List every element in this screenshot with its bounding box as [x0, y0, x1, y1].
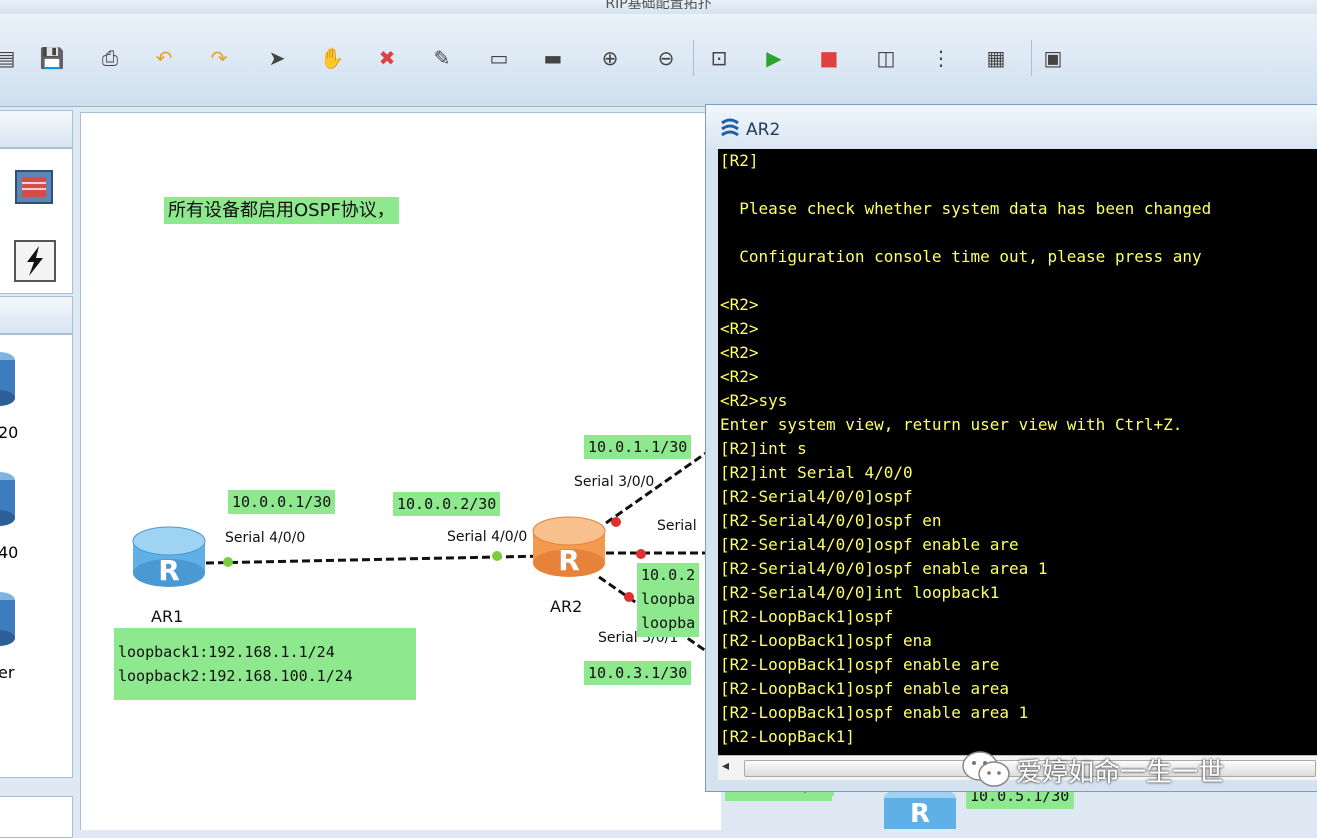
- text-note-icon[interactable]: ▭: [483, 42, 515, 74]
- device-category-section: [0, 148, 73, 294]
- terminal-line: [R2-Serial4/0/0]ospf en: [720, 511, 942, 530]
- terminal-line: [R2-Serial4/0/0]ospf enable are: [720, 535, 1019, 554]
- port-dot-ar2-s400: [492, 551, 502, 561]
- terminal-line: <R2>: [720, 319, 759, 338]
- ip-label-ar2-s400[interactable]: 10.0.0.2/30: [393, 492, 501, 516]
- svg-text:R: R: [910, 799, 930, 829]
- device-list-section: 20 40 er: [0, 334, 73, 778]
- router-model-icon[interactable]: [0, 470, 16, 530]
- fit-view-icon[interactable]: ⊡: [703, 42, 735, 74]
- device-label-20: 20: [0, 423, 19, 442]
- terminal-line: <R2>sys: [720, 391, 788, 410]
- port-dot-ar2-s301: [624, 592, 634, 602]
- terminal-line: [R2-LoopBack1]ospf ena: [720, 631, 932, 650]
- save-icon[interactable]: 💾: [36, 42, 68, 74]
- topology-icon[interactable]: ⋮: [925, 42, 957, 74]
- port-label-ar2-right: Serial: [657, 518, 697, 534]
- delete-icon[interactable]: ✖: [371, 42, 403, 74]
- terminal-line: <R2>: [720, 367, 759, 386]
- ip-label-ar2-s301[interactable]: 10.0.3.1/30: [584, 661, 692, 685]
- start-devices-icon[interactable]: ▶: [758, 42, 790, 74]
- terminal-line: [R2-LoopBack1]: [720, 727, 855, 746]
- zoom-out-icon[interactable]: ⊖: [650, 42, 682, 74]
- panel-header-mid: [0, 296, 73, 334]
- router-ar1-name: AR1: [151, 607, 184, 626]
- console-icon[interactable]: ▣: [1037, 42, 1069, 74]
- port-dot-ar1-s400: [223, 557, 233, 567]
- panel-bottom-section: [0, 796, 73, 838]
- window-titlebar: RIP基础配置拓扑: [0, 0, 1317, 14]
- terminal-output[interactable]: [R2] Please check whether system data ha…: [718, 149, 1317, 755]
- link-cable-icon[interactable]: [13, 239, 57, 283]
- terminal-line: [R2]int Serial 4/0/0: [720, 463, 913, 482]
- terminal-line: [R2-LoopBack1]ospf enable are: [720, 655, 1000, 674]
- terminal-line: [R2-LoopBack1]ospf: [720, 607, 894, 626]
- window-title: RIP基础配置拓扑: [605, 0, 712, 12]
- print-icon[interactable]: ⎙: [94, 42, 126, 74]
- terminal-line: [R2-Serial4/0/0]int loopback1: [720, 583, 1000, 602]
- router-model-icon[interactable]: [0, 350, 16, 410]
- ip-label-ar2-loop2-line: loopba: [641, 614, 696, 632]
- terminal-line: [R2-Serial4/0/0]ospf: [720, 487, 913, 506]
- grid-icon[interactable]: ▦: [980, 42, 1012, 74]
- canvas-note[interactable]: 所有设备都启用OSPF协议，: [164, 197, 399, 224]
- topology-canvas[interactable]: 所有设备都启用OSPF协议， R AR1 R AR2 Serial 4/0/0 …: [80, 112, 1075, 830]
- ip-label-ar2-right[interactable]: 10.0.2 loopba loopba: [637, 563, 700, 637]
- terminal-line: Enter system view, return user view with…: [720, 415, 1183, 434]
- terminal-line: <R2>: [720, 343, 759, 362]
- scroll-left-arrow-icon[interactable]: ◂: [722, 758, 729, 774]
- ip-label-ar2-s300[interactable]: 10.0.1.1/30: [584, 435, 692, 459]
- terminal-line: Please check whether system data has bee…: [720, 199, 1212, 218]
- terminal-line: <R2>: [720, 295, 759, 314]
- terminal-line: [R2-LoopBack1]ospf enable area 1: [720, 703, 1029, 722]
- console-titlebar[interactable]: AR2: [706, 105, 1317, 149]
- undo-icon[interactable]: ↶: [148, 42, 180, 74]
- console-app-icon: [721, 118, 739, 137]
- zoom-in-icon[interactable]: ⊕: [594, 42, 626, 74]
- device-label-40: 40: [0, 543, 19, 562]
- open-icon[interactable]: ▤: [0, 42, 22, 74]
- terminal-line: [R2]: [720, 151, 759, 170]
- wechat-icon: [962, 751, 1010, 787]
- port-dot-ar2-right: [636, 549, 646, 559]
- console-title: AR2: [746, 120, 781, 140]
- toolbar-separator: [693, 40, 694, 76]
- device-panel: 20 40 er: [0, 110, 74, 838]
- terminal-line: [R2-LoopBack1]ospf enable area: [720, 679, 1009, 698]
- rectangle-icon[interactable]: ▬: [537, 42, 569, 74]
- console-window-ar2[interactable]: AR2 [R2] Please check whether system dat…: [705, 104, 1317, 792]
- select-cursor-icon[interactable]: ➤: [261, 42, 293, 74]
- delete-link-icon[interactable]: ✎: [426, 42, 458, 74]
- router-bottom-icon[interactable]: R: [882, 786, 958, 829]
- toolbar-separator: [1031, 40, 1032, 76]
- watermark-text: 爱婷如命一生一世: [1016, 758, 1225, 788]
- main-toolbar: ▤ 💾 ⎙ ↶ ↷ ➤ ✋ ✖ ✎ ▭ ▬ ⊕ ⊖ ⊡ ▶ ■ ◫ ⋮ ▦ ▣: [0, 14, 1317, 107]
- port-label-ar1-s400: Serial 4/0/0: [225, 530, 306, 546]
- port-label-ar2-s300: Serial 3/0/0: [574, 474, 655, 490]
- capture-data-icon[interactable]: ◫: [870, 42, 902, 74]
- ar1-loopback1-line: loopback1:192.168.1.1/24: [118, 643, 335, 661]
- terminal-line: Configuration console time out, please p…: [720, 247, 1202, 266]
- router-ar2-name: AR2: [550, 597, 583, 616]
- ar1-loopback-note[interactable]: loopback1:192.168.1.1/24 loopback2:192.1…: [114, 628, 416, 700]
- ar1-loopback2-line: loopback2:192.168.100.1/24: [118, 667, 353, 685]
- port-label-ar2-s400: Serial 4/0/0: [447, 529, 528, 545]
- terminal-line: [R2-Serial4/0/0]ospf enable area 1: [720, 559, 1048, 578]
- redo-icon[interactable]: ↷: [203, 42, 235, 74]
- device-label-er: er: [0, 663, 15, 682]
- ip-label-ar2-right-line: 10.0.2: [641, 566, 696, 584]
- ip-label-ar1-s400[interactable]: 10.0.0.1/30: [228, 490, 336, 514]
- hand-pan-icon[interactable]: ✋: [316, 42, 348, 74]
- panel-header-top: [0, 110, 73, 148]
- router-ar1-icon[interactable]: R: [131, 525, 207, 593]
- port-dot-ar2-s300: [611, 517, 621, 527]
- firewall-device-icon[interactable]: [10, 165, 60, 211]
- terminal-line: [R2]int s: [720, 439, 807, 458]
- router-ar2-icon[interactable]: R: [531, 515, 607, 583]
- router-model-icon[interactable]: [0, 590, 16, 650]
- stop-devices-icon[interactable]: ■: [813, 42, 845, 74]
- svg-text:R: R: [558, 544, 580, 577]
- svg-text:R: R: [158, 554, 180, 587]
- ip-label-ar2-loop1-line: loopba: [641, 590, 696, 608]
